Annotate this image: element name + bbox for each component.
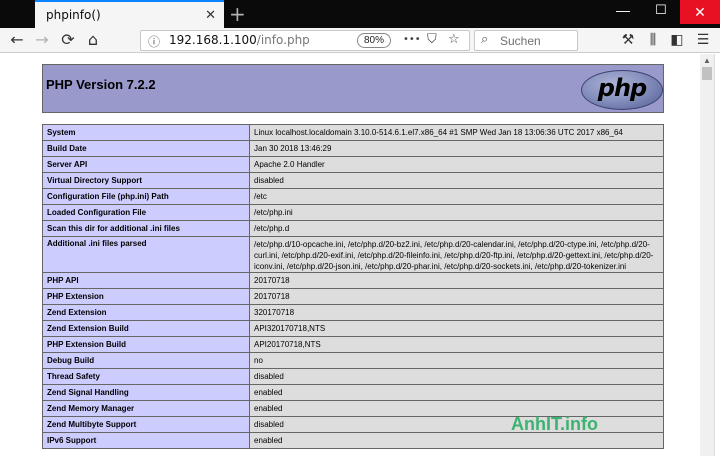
php-logo-text: php — [597, 74, 647, 102]
row-label: PHP API — [42, 272, 250, 289]
row-value-line: iconv.ini, /etc/php.d/20-json.ini, /etc/… — [254, 262, 627, 271]
table-row: Build Date Jan 30 2018 13:46:29 — [42, 140, 664, 157]
php-logo: php — [581, 70, 663, 110]
row-value: 20170718 — [249, 288, 664, 305]
row-value: API20170718,NTS — [249, 336, 664, 353]
php-header: PHP Version 7.2.2 php — [42, 64, 664, 113]
back-button[interactable]: ← — [5, 28, 29, 52]
row-value: /etc/php.d — [249, 220, 664, 237]
row-label: Zend Signal Handling — [42, 384, 250, 401]
zoom-level-button[interactable]: 80% — [357, 33, 391, 48]
table-row: Loaded Configuration File/etc/php.ini — [42, 204, 664, 221]
forward-button[interactable]: → — [30, 28, 54, 52]
table-row: Zend Signal Handling enabled — [42, 384, 664, 401]
tab-title: phpinfo() — [46, 8, 101, 22]
table-row: System Linux localhost.localdomain 3.10.0… — [42, 124, 664, 141]
table-row: Configuration File (php.ini) Path/etc — [42, 188, 664, 205]
page-title: PHP Version 7.2.2 — [46, 77, 156, 92]
row-label: Thread Safety — [42, 368, 250, 385]
row-label: System — [42, 124, 250, 141]
url-text[interactable]: 192.168.1.100/info.php — [169, 33, 310, 47]
pocket-icon[interactable]: ⛉ — [427, 32, 437, 47]
page-actions-icon[interactable]: ••• — [403, 34, 421, 45]
tab-phpinfo[interactable]: phpinfo() ✕ — [35, 0, 224, 28]
minimize-button[interactable]: — — [603, 2, 643, 24]
row-value: 20170718 — [249, 272, 664, 289]
row-value-line: curl.ini, /etc/php.d/20-exif.ini, /etc/p… — [254, 251, 654, 260]
table-row: Server API Apache 2.0 Handler — [42, 156, 664, 173]
menu-icon[interactable]: ☰ — [692, 28, 714, 52]
table-row: PHP API 20170718 — [42, 272, 664, 289]
info-table: System Linux localhost.localdomain 3.10.0… — [42, 124, 664, 449]
row-value-line: /etc/php.d/10-opcache.ini, /etc/php.d/20… — [254, 240, 650, 249]
scroll-up-icon[interactable]: ▲ — [700, 56, 714, 65]
row-value: API320170718,NTS — [249, 320, 664, 337]
row-label: Virtual Directory Support — [42, 172, 250, 189]
table-row: Thread Safety disabled — [42, 368, 664, 385]
close-window-button[interactable]: ✕ — [680, 0, 720, 24]
row-value: disabled — [249, 368, 664, 385]
home-button[interactable]: ⌂ — [81, 28, 105, 52]
reload-button[interactable]: ⟳ — [56, 28, 80, 52]
sidebar-icon[interactable]: ◧ — [666, 28, 688, 52]
row-value: /etc/php.d/10-opcache.ini, /etc/php.d/20… — [249, 236, 664, 273]
page-content: PHP Version 7.2.2 php System Linux localh… — [0, 54, 700, 456]
row-value: 320170718 — [249, 304, 664, 321]
table-row: Debug Build no — [42, 352, 664, 369]
row-label: Zend Extension — [42, 304, 250, 321]
navigation-bar: ← → ⟳ ⌂ ⓘ 192.168.1.100/info.php 80% •••… — [0, 28, 720, 53]
table-row: Additional .ini files parsed/etc/php.d/1… — [42, 236, 664, 273]
row-label: PHP Extension Build — [42, 336, 250, 353]
row-value: disabled — [249, 416, 664, 433]
row-value: enabled — [249, 400, 664, 417]
table-row: Zend Extension Build API320170718,NTS — [42, 320, 664, 337]
row-value: Linux localhost.localdomain 3.10.0-514.6… — [249, 124, 664, 141]
row-label: Scan this dir for additional .ini files — [42, 220, 250, 237]
row-label: Server API — [42, 156, 250, 173]
scrollbar-thumb[interactable] — [702, 67, 712, 80]
library-icon[interactable]: ⫼ — [642, 28, 664, 52]
maximize-button[interactable]: ☐ — [643, 2, 679, 24]
row-value: disabled — [249, 172, 664, 189]
search-placeholder: Suchen — [500, 34, 541, 48]
table-row: PHP Extension 20170718 — [42, 288, 664, 305]
row-value: enabled — [249, 384, 664, 401]
row-label: Zend Memory Manager — [42, 400, 250, 417]
row-label: Configuration File (php.ini) Path — [42, 188, 250, 205]
row-label: Zend Extension Build — [42, 320, 250, 337]
row-label: Additional .ini files parsed — [42, 236, 250, 273]
bookmark-star-icon[interactable]: ☆ — [448, 32, 460, 47]
row-value: enabled — [249, 432, 664, 449]
row-value: no — [249, 352, 664, 369]
row-label: Loaded Configuration File — [42, 204, 250, 221]
close-tab-icon[interactable]: ✕ — [205, 7, 216, 23]
vertical-scrollbar[interactable]: ▲ — [700, 54, 714, 456]
url-host: 192.168.1.100 — [169, 33, 257, 47]
row-label: Build Date — [42, 140, 250, 157]
watermark: AnhIT.info — [511, 414, 598, 434]
row-value: /etc/php.ini — [249, 204, 664, 221]
table-row: PHP Extension Build API20170718,NTS — [42, 336, 664, 353]
row-label: PHP Extension — [42, 288, 250, 305]
search-icon: ⌕ — [481, 32, 489, 47]
url-path: /info.php — [256, 33, 310, 47]
table-row: Scan this dir for additional .ini files /… — [42, 220, 664, 237]
row-value: /etc — [249, 188, 664, 205]
row-label: Debug Build — [42, 352, 250, 369]
row-label: IPv6 Support — [42, 432, 250, 449]
row-value: Apache 2.0 Handler — [249, 156, 664, 173]
table-row: Zend Extension 320170718 — [42, 304, 664, 321]
url-bar[interactable]: ⓘ 192.168.1.100/info.php 80% ••• ⛉ ☆ — [140, 30, 470, 51]
new-tab-button[interactable]: + — [229, 2, 246, 26]
row-label: Zend Multibyte Support — [42, 416, 250, 433]
row-value: Jan 30 2018 13:46:29 — [249, 140, 664, 157]
tools-icon[interactable]: ⚒ — [617, 28, 639, 52]
table-row: Virtual Directory Support disabled — [42, 172, 664, 189]
window-edge — [714, 54, 720, 456]
info-icon[interactable]: ⓘ — [148, 33, 160, 50]
search-box[interactable]: ⌕ Suchen — [474, 30, 578, 51]
tab-strip: phpinfo() ✕ + — ☐ ✕ — [0, 0, 720, 28]
